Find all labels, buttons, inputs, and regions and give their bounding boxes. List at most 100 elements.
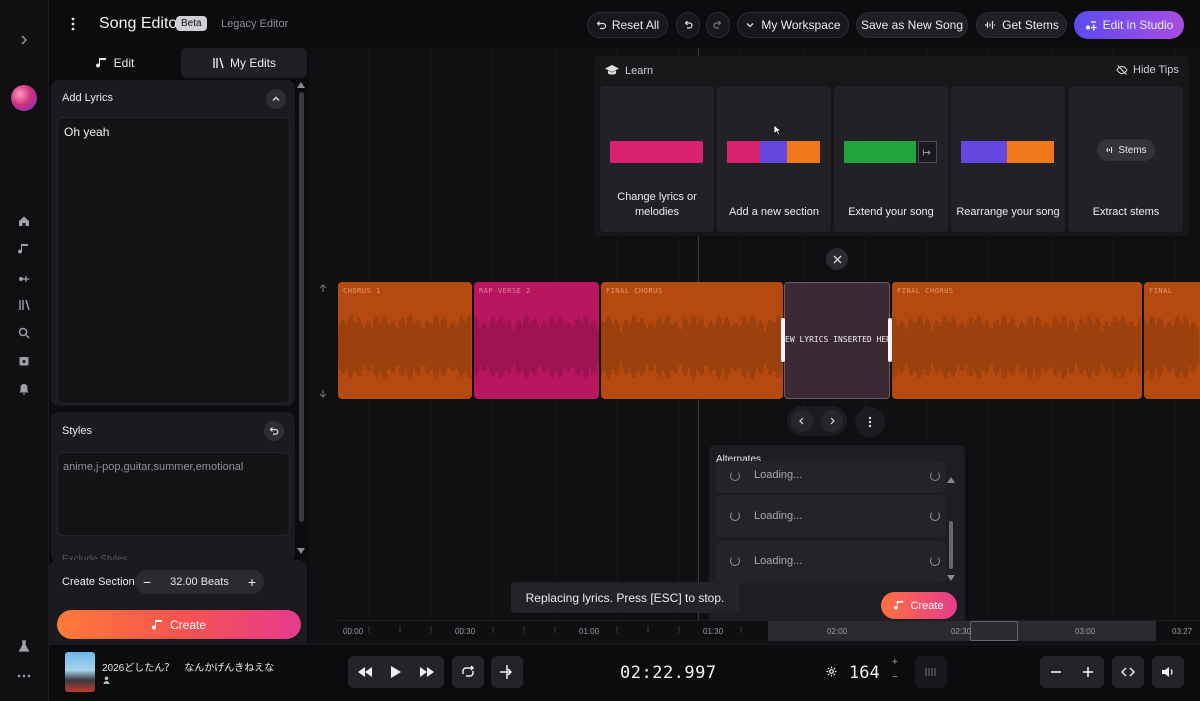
loading-spinner-icon: [730, 511, 740, 521]
alternates-scrollbar[interactable]: [949, 521, 953, 569]
reset-all-button[interactable]: Reset All: [587, 12, 668, 38]
loading-spinner-icon: [930, 471, 940, 481]
collapse-lyrics-button[interactable]: [266, 89, 286, 109]
section-new-lyrics[interactable]: NEW LYRICS INSERTED HERE: [784, 282, 890, 399]
zoom-in-icon[interactable]: [1082, 666, 1094, 678]
minus-icon[interactable]: −: [143, 574, 151, 590]
stems-icon: [1105, 146, 1114, 154]
alternates-panel: Alternates Loading... Loading... Loading…: [709, 445, 965, 627]
create-button[interactable]: Create: [57, 610, 301, 639]
redo-button[interactable]: [706, 12, 730, 38]
bpm-decrease[interactable]: −: [892, 673, 898, 683]
create-icon[interactable]: [14, 267, 34, 287]
volume-button[interactable]: [1152, 656, 1184, 688]
beats-stepper: − 32.00 Beats +: [135, 570, 264, 594]
bpm-value[interactable]: 164: [849, 663, 880, 683]
bpm-gear-icon[interactable]: [826, 666, 837, 677]
get-stems-label: Get Stems: [1002, 18, 1059, 32]
undo-button[interactable]: [676, 12, 700, 38]
section-final[interactable]: FINAL: [1144, 282, 1200, 399]
section-name: RAP VERSE 2: [479, 287, 531, 295]
expand-chevron-icon[interactable]: [14, 30, 34, 50]
library-icon: [212, 57, 224, 69]
prev-section-button[interactable]: [791, 410, 813, 432]
section-final-chorus[interactable]: FINAL CHORUS: [601, 282, 783, 399]
move-up-icon[interactable]: [319, 284, 327, 293]
labs-flask-icon[interactable]: [14, 636, 34, 656]
get-stems-button[interactable]: Get Stems: [976, 12, 1067, 38]
edit-in-studio-button[interactable]: Edit in Studio: [1074, 11, 1184, 39]
move-down-icon[interactable]: [319, 389, 327, 398]
styles-input[interactable]: anime,j-pop,guitar,summer,emotional: [57, 452, 290, 536]
more-dots-icon[interactable]: [14, 666, 34, 686]
save-as-new-song-button[interactable]: Save as New Song: [856, 12, 968, 38]
top-bar: Song Editor Beta Legacy Editor Reset All…: [49, 0, 1200, 48]
ruler-viewport-window[interactable]: [970, 621, 1018, 641]
section-name: FINAL CHORUS: [606, 287, 663, 295]
avatar[interactable]: [11, 85, 37, 111]
waveform-path: [601, 315, 782, 379]
home-icon[interactable]: [14, 211, 34, 231]
next-section-button[interactable]: [821, 410, 843, 432]
bell-icon[interactable]: [14, 379, 34, 399]
transport-group: [348, 656, 444, 688]
zoom-out-icon[interactable]: [1050, 666, 1062, 678]
scroll-down-icon[interactable]: [297, 548, 305, 554]
section-more-button[interactable]: [855, 407, 885, 437]
scroll-down-icon[interactable]: [947, 575, 955, 581]
section-chorus-1[interactable]: CHORUS 1: [338, 282, 472, 399]
time-label: 02:30: [951, 627, 972, 636]
alternate-item[interactable]: Loading...: [716, 461, 946, 493]
loop-button[interactable]: [452, 656, 484, 688]
left-panel-scrollbar[interactable]: [299, 92, 304, 522]
bpm-increase[interactable]: +: [892, 658, 898, 668]
fast-forward-icon[interactable]: [420, 667, 435, 677]
stems-icon: [984, 20, 996, 30]
tab-edit[interactable]: Edit: [51, 48, 179, 78]
play-icon[interactable]: [390, 666, 401, 678]
graduation-cap-icon: [604, 64, 620, 76]
time-ruler[interactable]: 00:00 00:30 01:00 01:30 02:00 02:30 03:0…: [338, 620, 1200, 642]
plus-icon[interactable]: +: [248, 574, 256, 590]
lyrics-textarea[interactable]: Oh yeah: [57, 117, 290, 404]
time-label: 01:30: [703, 627, 724, 636]
section-rap-verse-2[interactable]: RAP VERSE 2: [474, 282, 599, 399]
tip-card-add-section[interactable]: Add a new section: [717, 86, 831, 232]
close-insert-button[interactable]: [826, 248, 848, 270]
alternate-item[interactable]: Loading...: [716, 541, 946, 583]
tip-card-extract-stems[interactable]: Stems Extract stems: [1069, 86, 1183, 232]
section-name: FINAL: [1149, 287, 1173, 295]
alternate-item[interactable]: Loading...: [716, 495, 946, 537]
rewind-icon[interactable]: [357, 667, 372, 677]
tip-card-change-lyrics[interactable]: Change lyrics or melodies: [600, 86, 714, 232]
song-cover-art[interactable]: [65, 652, 95, 692]
song-title[interactable]: 2026どしたん？ なんかげんきねえな: [102, 659, 274, 674]
workspace-select[interactable]: My Workspace: [737, 12, 849, 38]
tip-card-extend-song[interactable]: Extend your song: [834, 86, 948, 232]
hide-tips-button[interactable]: Hide Tips: [1116, 64, 1179, 76]
status-toast: Replacing lyrics. Press [ESC] to stop.: [511, 582, 739, 613]
library-icon[interactable]: [14, 295, 34, 315]
legacy-editor-link[interactable]: Legacy Editor: [221, 18, 288, 30]
workspace-label: My Workspace: [761, 18, 841, 32]
split-button[interactable]: [491, 656, 523, 688]
scroll-up-icon[interactable]: [297, 82, 305, 88]
tip-label: Change lyrics or melodies: [617, 191, 697, 218]
beta-badge: Beta: [176, 16, 207, 31]
section-final-chorus-2[interactable]: FINAL CHORUS: [892, 282, 1142, 399]
inbox-icon[interactable]: [14, 351, 34, 371]
time-label: 01:00: [579, 627, 600, 636]
fit-width-button[interactable]: [1112, 656, 1144, 688]
search-icon[interactable]: [14, 323, 34, 343]
alternates-create-button[interactable]: Create: [881, 592, 957, 619]
metronome-button[interactable]: [915, 656, 947, 688]
lyrics-header: Add Lyrics: [62, 92, 113, 104]
trim-handle-left[interactable]: [781, 318, 785, 362]
tab-my-edits[interactable]: My Edits: [181, 48, 307, 78]
reset-styles-button[interactable]: [264, 421, 284, 441]
kebab-menu-icon[interactable]: [71, 16, 75, 32]
music-note-icon[interactable]: [14, 239, 34, 259]
scroll-up-icon[interactable]: [947, 477, 955, 483]
inserted-section-label: NEW LYRICS INSERTED HERE: [784, 335, 890, 344]
tip-card-rearrange-song[interactable]: Rearrange your song: [951, 86, 1065, 232]
